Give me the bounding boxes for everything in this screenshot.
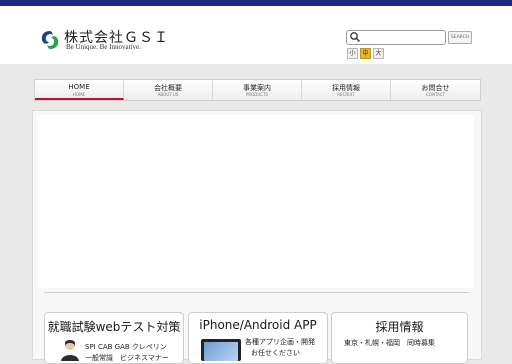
nav-sublabel: PRODUCTS <box>245 92 269 97</box>
nav-item-contact[interactable]: お問合せ CONTACT <box>391 80 480 100</box>
nav-sublabel: HOME <box>72 92 86 97</box>
card-app[interactable]: iPhone/Android APP 各種アプリ企画・開発 お任せください <box>188 312 328 364</box>
card-line: 一般常識 ビジネスマナー <box>85 354 169 362</box>
search-button[interactable]: SEARCH <box>448 31 472 44</box>
card-line: お任せください <box>251 349 300 357</box>
nav-sublabel: CONTACT <box>426 92 445 97</box>
card-recruit[interactable]: 採用情報 東京・札幌・福岡 同時募集 <box>331 312 468 364</box>
section-divider <box>44 292 470 293</box>
card-webtest[interactable]: 就職試験webテスト対策 SPI CAB GAB クレペリン 一般常識 ビジネス… <box>44 312 184 364</box>
card-title: 就職試験webテスト対策 <box>47 320 181 334</box>
card-title: 採用情報 <box>375 320 424 334</box>
company-tagline: Be Unique. Be Innovative. <box>66 43 141 51</box>
hero-banner <box>38 115 474 288</box>
person-photo-icon <box>61 340 79 361</box>
company-logo-icon[interactable] <box>40 30 60 50</box>
nav-sublabel: RECRUIT <box>337 92 355 97</box>
nav-item-home[interactable]: HOME HOME <box>35 80 124 100</box>
nav-label: HOME <box>68 83 90 91</box>
font-size-large-button[interactable]: 大 <box>373 48 384 59</box>
card-title: iPhone/Android APP <box>199 318 317 332</box>
search-input[interactable] <box>362 31 442 42</box>
nav-item-recruit[interactable]: 採用情報 RECRUIT <box>302 80 391 100</box>
search-icon <box>350 32 361 43</box>
nav-item-products[interactable]: 事業案内 PRODUCTS <box>213 80 302 100</box>
card-line: 各種アプリ企画・開発 <box>245 338 315 346</box>
card-line: SPI CAB GAB クレペリン <box>85 343 167 351</box>
font-size-medium-button[interactable]: 中 <box>360 48 371 59</box>
main-nav: HOME HOME 会社概要 ABOUT US 事業案内 PRODUCTS 採用… <box>34 79 481 101</box>
card-line: 東京・札幌・福岡 同時募集 <box>344 339 435 347</box>
font-size-small-button[interactable]: 小 <box>347 48 358 59</box>
nav-item-about[interactable]: 会社概要 ABOUT US <box>124 80 213 100</box>
nav-sublabel: ABOUT US <box>157 92 179 97</box>
